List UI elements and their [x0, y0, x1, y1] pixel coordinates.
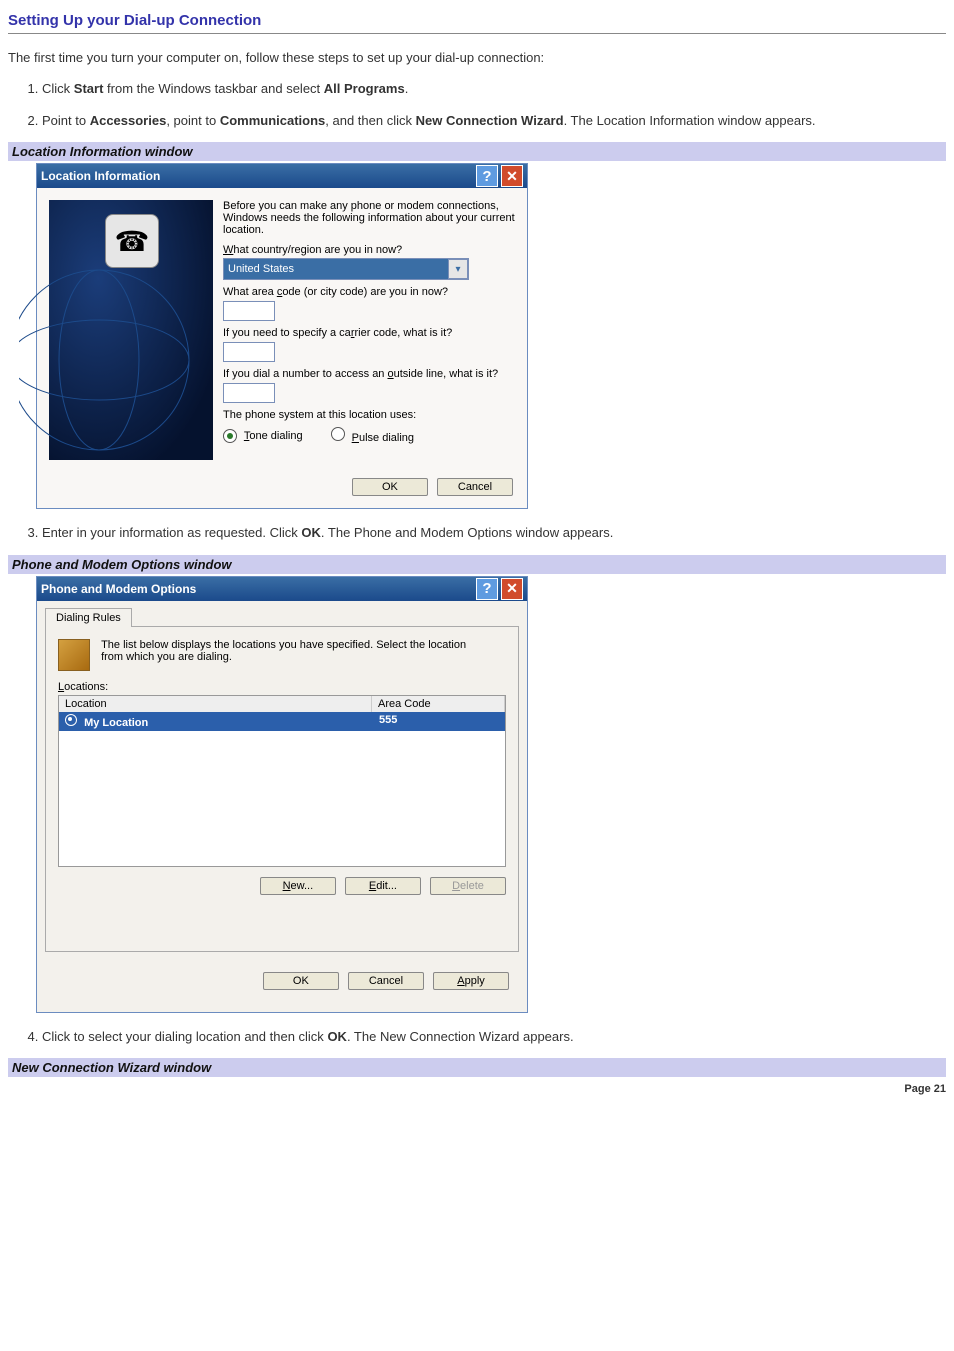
table-row[interactable]: My Location 555 [59, 712, 505, 731]
step-1: Click Start from the Windows taskbar and… [42, 79, 946, 99]
radio-unchecked-icon [331, 427, 345, 441]
phone-system-label: The phone system at this location uses: [223, 409, 515, 421]
globe-icon [19, 260, 219, 460]
location-target-icon [65, 714, 77, 726]
window-title: Phone and Modem Options [41, 582, 473, 596]
close-button[interactable]: ✕ [501, 578, 523, 600]
tab-dialing-rules[interactable]: Dialing Rules [45, 608, 132, 627]
window-title: Location Information [41, 169, 473, 183]
page-number: Page 21 [8, 1083, 946, 1095]
caption-phone-modem: Phone and Modem Options window [8, 555, 946, 574]
locations-table[interactable]: Location Area Code My Location 555 [58, 695, 506, 867]
carrier-code-input[interactable] [223, 342, 275, 362]
locations-label: Locations: [58, 681, 506, 693]
carrier-code-label: If you need to specify a carrier code, w… [223, 327, 515, 339]
pulse-dialing-radio[interactable]: Pulse dialing [331, 427, 414, 444]
help-button[interactable]: ? [476, 578, 498, 600]
location-information-dialog: Location Information ? ✕ ☎ Before you ca… [36, 163, 528, 509]
apply-button[interactable]: Apply [433, 972, 509, 990]
dialog-sidebar-graphic: ☎ [49, 200, 213, 460]
outside-line-label: If you dial a number to access an outsid… [223, 368, 515, 380]
delete-button: Delete [430, 877, 506, 895]
caption-new-connection-wizard: New Connection Wizard window [8, 1058, 946, 1077]
phone-modem-options-dialog: Phone and Modem Options ? ✕ Dialing Rule… [36, 576, 528, 1013]
new-button[interactable]: New... [260, 877, 336, 895]
cancel-button[interactable]: Cancel [348, 972, 424, 990]
outside-line-input[interactable] [223, 383, 275, 403]
col-location[interactable]: Location [59, 696, 372, 712]
page-title: Setting Up your Dial-up Connection [8, 12, 946, 34]
step-2: Point to Accessories, point to Communica… [42, 111, 946, 131]
area-code-input[interactable] [223, 301, 275, 321]
titlebar: Location Information ? ✕ [37, 164, 527, 188]
phone-modem-icon [58, 639, 90, 671]
chevron-down-icon[interactable]: ▾ [448, 259, 468, 279]
country-dropdown[interactable]: United States ▾ [223, 258, 469, 280]
area-code-label: What area code (or city code) are you in… [223, 286, 515, 298]
table-header: Location Area Code [59, 696, 505, 712]
edit-button[interactable]: Edit... [345, 877, 421, 895]
radio-checked-icon [223, 429, 237, 443]
ok-button[interactable]: OK [263, 972, 339, 990]
ok-button[interactable]: OK [352, 478, 428, 496]
col-area-code[interactable]: Area Code [372, 696, 505, 712]
tone-dialing-radio[interactable]: Tone dialing [223, 429, 303, 443]
intro-text: The first time you turn your computer on… [8, 50, 946, 65]
dialog-description: Before you can make any phone or modem c… [223, 200, 515, 236]
step-3: Enter in your information as requested. … [42, 523, 946, 543]
step-4: Click to select your dialing location an… [42, 1027, 946, 1047]
country-label: What country/region are you in now? [223, 244, 515, 256]
help-button[interactable]: ? [476, 165, 498, 187]
caption-location-info: Location Information window [8, 142, 946, 161]
close-button[interactable]: ✕ [501, 165, 523, 187]
titlebar: Phone and Modem Options ? ✕ [37, 577, 527, 601]
cancel-button[interactable]: Cancel [437, 478, 513, 496]
dialog-description: The list below displays the locations yo… [101, 639, 471, 663]
